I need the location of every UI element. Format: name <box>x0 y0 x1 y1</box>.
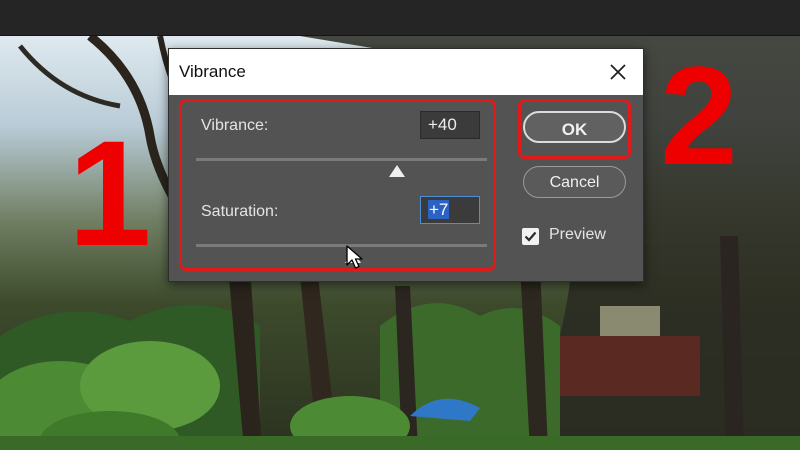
vibrance-value: +40 <box>428 115 457 134</box>
dialog-titlebar: Vibrance <box>169 49 643 95</box>
checkmark-icon <box>524 231 537 242</box>
saturation-label: Saturation: <box>201 203 279 220</box>
app-top-bar <box>0 0 800 36</box>
vibrance-slider-track[interactable] <box>196 158 487 161</box>
preview-checkbox-row[interactable]: Preview <box>522 226 632 250</box>
ok-button[interactable]: OK <box>523 111 626 143</box>
vibrance-dialog: Vibrance Vibrance: +40 Saturation: +7 OK… <box>168 48 644 282</box>
close-icon[interactable] <box>607 61 629 83</box>
saturation-slider-track[interactable] <box>196 244 487 247</box>
step-marker-2: 2 <box>660 37 738 194</box>
vibrance-value-field[interactable]: +40 <box>420 111 480 139</box>
mouse-pointer-icon <box>346 245 363 269</box>
vibrance-slider-thumb[interactable] <box>388 165 405 177</box>
saturation-value: +7 <box>428 200 450 219</box>
cancel-button[interactable]: Cancel <box>523 166 626 198</box>
vibrance-label: Vibrance: <box>201 117 269 134</box>
preview-label: Preview <box>549 226 606 243</box>
step-marker-1: 1 <box>68 109 152 277</box>
dialog-title: Vibrance <box>179 62 246 81</box>
saturation-value-field[interactable]: +7 <box>420 196 480 224</box>
preview-checkbox[interactable] <box>522 228 539 245</box>
